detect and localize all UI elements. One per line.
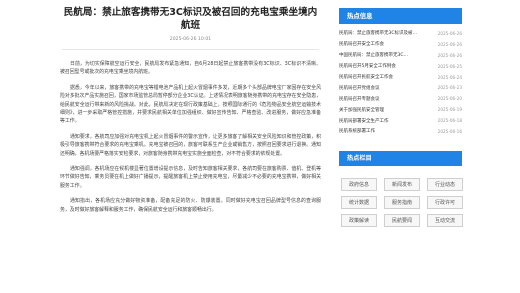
article-paragraph: 通知强调，各机场应在候机楼显著位置增设提示信息，及时告知旅客相关要求，各航司要在… — [60, 166, 321, 189]
article-paragraph: 通知要求，各航司应加强对充电宝机上起火冒烟事件的警示宣传，让更多旅客了解相关安全… — [60, 133, 321, 157]
hot-news-header: 热点信息 — [339, 8, 462, 24]
news-item[interactable]: 民航局召开党组会议 2025-06-23 — [339, 82, 462, 93]
news-item[interactable]: 民航局召开5月安全工作例会 2025-06-25 — [339, 61, 462, 72]
news-date: 2025-06-16 — [437, 128, 462, 134]
news-date: 2025-06-24 — [437, 74, 462, 80]
hot-column-link[interactable]: 服务指南 — [384, 195, 420, 209]
news-title[interactable]: 民航局召开民航安全工作会 — [339, 74, 425, 80]
hot-columns-grid: 政府信息 新闻发布 行业动态 统计数据 服务指南 行政许可 政策解读 民航要闻 … — [339, 177, 463, 227]
hot-columns-header: 热点栏目 — [339, 150, 462, 166]
news-item[interactable]: 民航局召开专题会议 2025-06-20 — [339, 93, 462, 104]
news-date: 2025-06-19 — [437, 107, 462, 113]
news-date: 2025-06-26 — [437, 41, 462, 47]
hot-column-link[interactable]: 政府信息 — [341, 177, 377, 191]
article-paragraph: 据悉，今年以来，旅客携带的充电宝等锂电池产品机上起火冒烟事件多发，近期多个头部品… — [60, 84, 321, 125]
news-date: 2025-06-25 — [437, 63, 462, 69]
news-title[interactable]: 民航局：禁止旅客携带无3C标识及被… — [339, 30, 425, 36]
hot-column-link[interactable]: 行业动态 — [427, 177, 463, 191]
title-divider — [62, 49, 319, 50]
sidebar: 热点信息 民航局：禁止旅客携带无3C标识及被… 2025-06-26 民航局召开安… — [339, 8, 463, 227]
article: 民航局：禁止旅客携带无3C标识及被召回的充电宝乘坐境内航班 2025-06-26… — [58, 6, 323, 293]
news-item[interactable]: 中国民航局：禁止旅客携带无3C… 2025-06-26 — [339, 50, 462, 61]
news-title[interactable]: 民航局召开专题会议 — [339, 96, 425, 102]
news-title[interactable]: 民航局召开安全工作会 — [339, 41, 425, 47]
hot-column-link[interactable]: 统计数据 — [341, 195, 377, 209]
news-date: 2025-06-26 — [437, 30, 462, 36]
article-paragraph: 通知指出，各机场应充分做好物资准备，配备充足的防火、防爆装置。同时做好充电宝召回… — [60, 198, 321, 213]
news-item[interactable]: 民航局：禁止旅客携带无3C标识及被… 2025-06-26 — [339, 28, 462, 39]
article-meta: 2025-06-26 10:01 — [169, 37, 212, 42]
news-item[interactable]: 民航局部署安全生产工作 2025-06-18 — [339, 115, 462, 126]
news-item[interactable]: 关于加强民航安全管理 2025-06-19 — [339, 104, 462, 115]
news-title[interactable]: 中国民航局：禁止旅客携带无3C… — [339, 52, 425, 58]
news-title[interactable]: 民航系统部署工作 — [339, 128, 425, 134]
news-title[interactable]: 关于加强民航安全管理 — [339, 107, 425, 113]
article-paragraph: 日前，为切实保障航空运行安全，民航局发布紧急通知，自6月28日起禁止旅客携带没有… — [60, 61, 321, 76]
news-date: 2025-06-26 — [437, 52, 462, 58]
hot-column-link[interactable]: 行政许可 — [427, 195, 463, 209]
news-title[interactable]: 民航局召开党组会议 — [339, 85, 425, 91]
hot-column-link[interactable]: 民航要闻 — [384, 213, 420, 227]
news-item[interactable]: 民航局召开民航安全工作会 2025-06-24 — [339, 72, 462, 83]
article-body: 日前，为切实保障航空运行安全，民航局发布紧急通知，自6月28日起禁止旅客携带没有… — [58, 60, 323, 214]
hot-column-link[interactable]: 新闻发布 — [384, 177, 420, 191]
news-title[interactable]: 民航局部署安全生产工作 — [339, 118, 425, 124]
hot-column-link[interactable]: 互动交流 — [427, 213, 463, 227]
news-title[interactable]: 民航局召开5月安全工作例会 — [339, 63, 425, 69]
news-date: 2025-06-20 — [437, 96, 462, 102]
hot-column-link[interactable]: 政策解读 — [341, 213, 377, 227]
article-title: 民航局：禁止旅客携带无3C标识及被召回的充电宝乘坐境内航班 — [63, 7, 318, 31]
news-item[interactable]: 民航系统部署工作 2025-06-16 — [339, 126, 462, 137]
hot-news-list: 民航局：禁止旅客携带无3C标识及被… 2025-06-26 民航局召开安全工作会 2… — [339, 28, 462, 137]
news-date: 2025-06-18 — [437, 118, 462, 124]
news-item[interactable]: 民航局召开安全工作会 2025-06-26 — [339, 39, 462, 50]
news-date: 2025-06-23 — [437, 85, 462, 91]
